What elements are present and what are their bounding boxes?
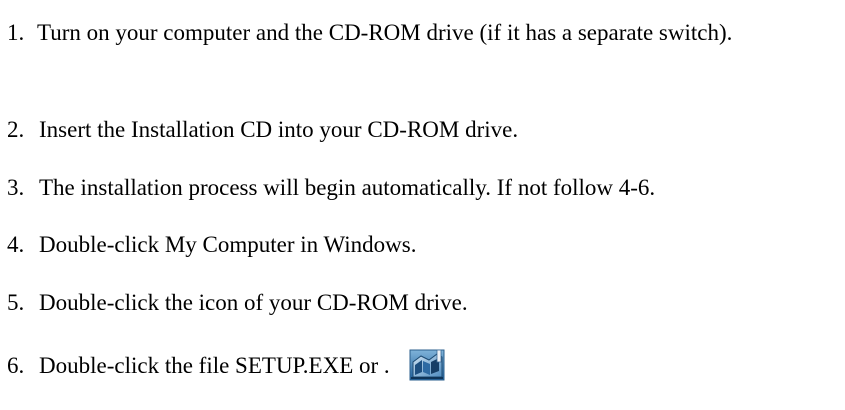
step-text: Turn on your computer and the CD-ROM dri… (37, 20, 733, 45)
step-number: 5. (7, 290, 25, 315)
step-text: Double-click the icon of your CD-ROM dri… (39, 290, 468, 315)
step-number: 1. (7, 20, 25, 45)
step-number: 2. (7, 117, 25, 142)
step-text: The installation process will begin auto… (39, 175, 656, 200)
step-4: 4. Double-click My Computer in Windows. (7, 231, 416, 259)
step-5: 5. Double-click the icon of your CD-ROM d… (7, 289, 468, 317)
setup-installer-icon (409, 348, 445, 381)
step-1: 1. Turn on your computer and the CD-ROM d… (7, 17, 843, 48)
step-text: Double-click the file SETUP.EXE or . (39, 353, 390, 378)
installation-instructions: 1. Turn on your computer and the CD-ROM d… (0, 0, 845, 410)
step-3: 3. The installation process will begin au… (7, 174, 655, 202)
step-number: 6. (7, 353, 25, 378)
step-text: Double-click My Computer in Windows. (39, 232, 417, 257)
step-2: 2. Insert the Installation CD into your C… (7, 116, 518, 144)
step-number: 4. (7, 232, 25, 257)
step-6: 6. Double-click the file SETUP.EXE or . (7, 348, 445, 381)
step-text: Insert the Installation CD into your CD-… (39, 117, 519, 142)
step-number: 3. (7, 175, 25, 200)
